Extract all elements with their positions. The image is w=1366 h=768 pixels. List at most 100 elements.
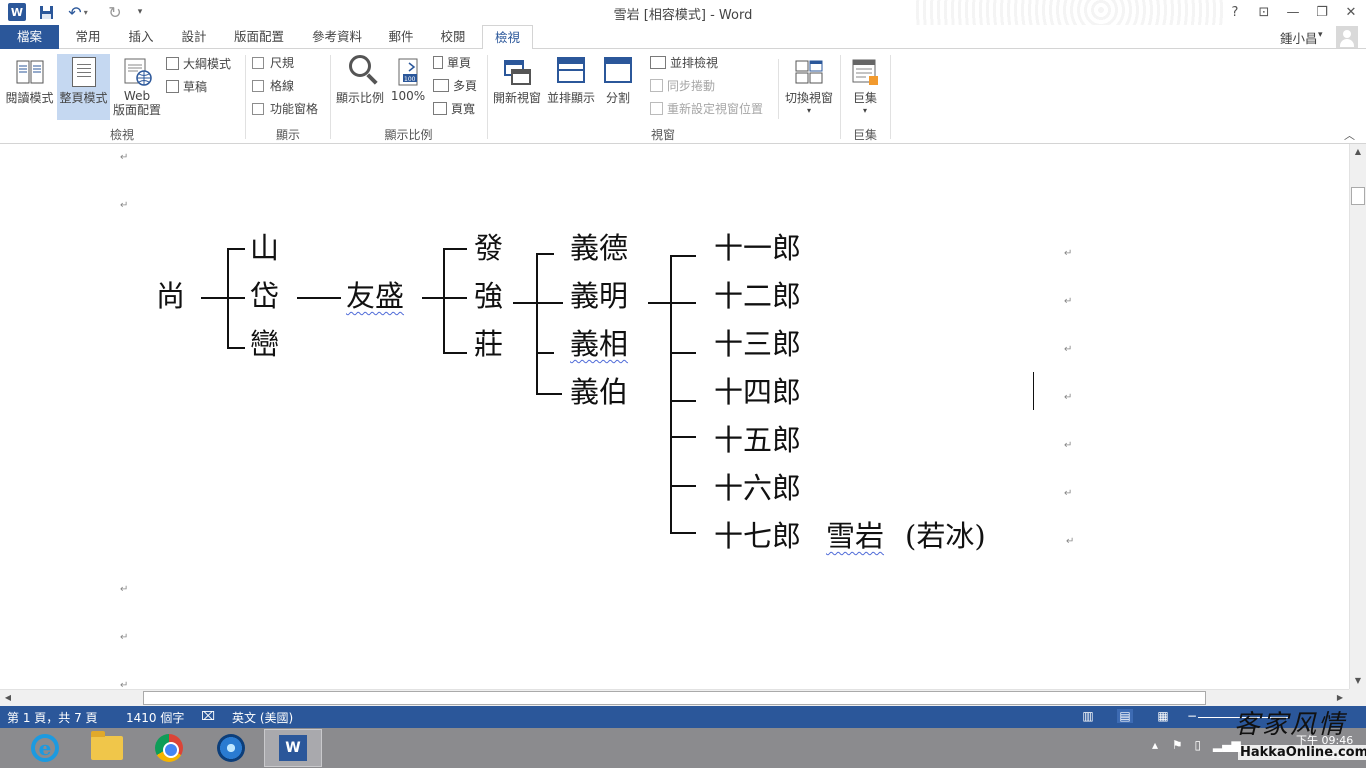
- nav-pane-checkbox[interactable]: 功能窗格: [252, 99, 318, 119]
- horizontal-scroll-thumb[interactable]: [143, 691, 1206, 705]
- ruler-checkbox[interactable]: 尺規: [252, 53, 294, 73]
- user-name[interactable]: 鍾小昌: [1280, 28, 1318, 47]
- document-area[interactable]: ↵ ↵ 尚 山 岱 巒 友盛 發 強 莊 義德 義明 義相 義伯 十一郎 十二郎…: [0, 144, 1349, 689]
- read-mode-icon: [15, 57, 45, 87]
- draft-button[interactable]: 草稿: [166, 77, 207, 97]
- word-count[interactable]: 1410 個字: [126, 709, 184, 726]
- read-mode-view-icon[interactable]: ▥: [1080, 709, 1096, 723]
- user-menu-chevron-icon[interactable]: ▾: [1318, 30, 1323, 40]
- scroll-left-icon[interactable]: ◀: [0, 690, 16, 706]
- multiple-pages-label: 多頁: [453, 79, 478, 93]
- undo-icon[interactable]: ↶ ▾: [66, 2, 90, 22]
- taskbar-explorer-button[interactable]: [78, 729, 136, 767]
- alias-name: (若冰): [905, 519, 986, 553]
- customize-toolbar-icon[interactable]: ▾: [134, 2, 146, 22]
- reset-position-icon: [650, 102, 663, 115]
- group-label-show: 顯示: [275, 128, 300, 142]
- outline-button[interactable]: 大綱模式: [166, 54, 231, 74]
- tab-references[interactable]: 參考資料: [299, 25, 375, 49]
- tree-connector: [648, 302, 696, 304]
- web-layout-view-icon[interactable]: ▦: [1155, 709, 1171, 723]
- vertical-scroll-thumb[interactable]: [1351, 187, 1365, 205]
- tab-mailings[interactable]: 郵件: [378, 25, 424, 49]
- redo-icon[interactable]: ↻: [106, 2, 124, 22]
- page-width-button[interactable]: 頁寬: [433, 99, 475, 119]
- avatar[interactable]: [1336, 26, 1358, 48]
- scroll-up-icon[interactable]: ▲: [1350, 144, 1366, 160]
- ruler-checkbox-box: [252, 57, 264, 69]
- collapse-ribbon-icon[interactable]: ︿: [1344, 127, 1355, 143]
- view-side-by-side-button[interactable]: 並排檢視: [650, 53, 718, 73]
- vertical-scrollbar[interactable]: ▲ ▼: [1349, 144, 1366, 689]
- new-window-icon: [502, 57, 532, 87]
- flag-icon[interactable]: ⚑: [1172, 738, 1183, 752]
- taskbar-app-button[interactable]: [202, 729, 260, 767]
- battery-icon[interactable]: ▯: [1194, 738, 1201, 752]
- media-app-icon: [217, 734, 245, 762]
- outline-icon: [166, 57, 179, 70]
- taskbar-chrome-button[interactable]: [140, 729, 198, 767]
- zoom-out-icon[interactable]: −: [1184, 709, 1200, 723]
- show-hidden-icons-icon[interactable]: ▴: [1152, 738, 1158, 752]
- language-indicator[interactable]: 英文 (美國): [232, 709, 293, 726]
- restore-button[interactable]: ❐: [1307, 0, 1337, 24]
- text-cursor: [1033, 372, 1034, 410]
- tree-node-root: 尚: [156, 279, 186, 313]
- one-page-button[interactable]: 單頁: [433, 53, 471, 73]
- gridlines-checkbox[interactable]: 格線: [252, 76, 294, 96]
- close-button[interactable]: ✕: [1336, 0, 1366, 24]
- horizontal-scrollbar[interactable]: ◀ ▶: [0, 689, 1349, 706]
- tab-layout[interactable]: 版面配置: [222, 25, 296, 49]
- multiple-pages-button[interactable]: 多頁: [433, 76, 477, 96]
- tab-home[interactable]: 常用: [62, 25, 114, 49]
- print-layout-icon: [69, 57, 99, 87]
- tab-file[interactable]: 檔案: [0, 25, 59, 49]
- minimize-button[interactable]: —: [1278, 0, 1308, 24]
- zoom-100-icon: 100: [393, 57, 423, 87]
- paragraph-mark: ↵: [1066, 536, 1075, 547]
- read-mode-button[interactable]: 閱讀模式: [3, 54, 56, 120]
- macros-button[interactable]: 巨集 ▾: [845, 54, 885, 124]
- web-layout-button[interactable]: Web 版面配置: [113, 54, 161, 124]
- zoom-label: 顯示比例: [335, 91, 384, 105]
- tree-connector: [670, 485, 696, 487]
- split-button[interactable]: 分割: [600, 54, 636, 120]
- multiple-pages-icon: [433, 79, 449, 92]
- tree-connector: [443, 248, 467, 250]
- tree-node-gen5: 義相: [570, 327, 629, 361]
- switch-windows-button[interactable]: 切換視窗 ▾: [782, 54, 836, 124]
- arrange-all-button[interactable]: 並排顯示: [545, 54, 597, 120]
- word-logo-icon[interactable]: W: [8, 3, 26, 21]
- page-count[interactable]: 第 1 頁，共 7 頁: [7, 709, 98, 726]
- one-page-icon: [433, 56, 443, 69]
- tree-connector: [227, 347, 245, 349]
- tab-review[interactable]: 校閱: [427, 25, 479, 49]
- ribbon-display-options-icon[interactable]: ⊡: [1249, 0, 1279, 24]
- proofing-icon[interactable]: ⌧: [200, 709, 216, 723]
- internet-explorer-icon: e: [31, 734, 59, 762]
- tab-view[interactable]: 檢視: [482, 25, 533, 50]
- print-layout-view-icon[interactable]: ▤: [1117, 709, 1133, 723]
- draft-label: 草稿: [183, 80, 208, 94]
- tree-node-gen6: 十五郎: [714, 423, 802, 457]
- save-icon[interactable]: [38, 2, 54, 22]
- tree-node-gen2: 岱: [250, 279, 280, 313]
- tab-design[interactable]: 設計: [169, 25, 219, 49]
- macros-chevron-down-icon: ▾: [862, 106, 867, 115]
- magnifier-icon: [345, 55, 375, 87]
- taskbar-ie-button[interactable]: e: [16, 729, 74, 767]
- scroll-down-icon[interactable]: ▼: [1350, 673, 1366, 689]
- sync-scroll-icon: [650, 79, 663, 92]
- zoom-100-button[interactable]: 100 100%: [389, 54, 427, 120]
- tree-connector: [443, 248, 445, 354]
- new-window-button[interactable]: 開新視窗: [491, 54, 543, 120]
- taskbar-word-button[interactable]: W: [264, 729, 322, 767]
- zoom-button[interactable]: 顯示比例: [334, 54, 386, 120]
- system-tray[interactable]: ▴ ⚑ ▯ ▂▄▆: [1152, 738, 1241, 752]
- tree-node-gen2: 巒: [250, 327, 280, 361]
- paragraph-mark: ↵: [1064, 344, 1073, 355]
- tree-node-gen6: 十一郎: [714, 231, 802, 265]
- print-layout-button[interactable]: 整頁模式: [57, 54, 110, 120]
- help-button[interactable]: ?: [1220, 0, 1250, 24]
- tab-insert[interactable]: 插入: [116, 25, 166, 49]
